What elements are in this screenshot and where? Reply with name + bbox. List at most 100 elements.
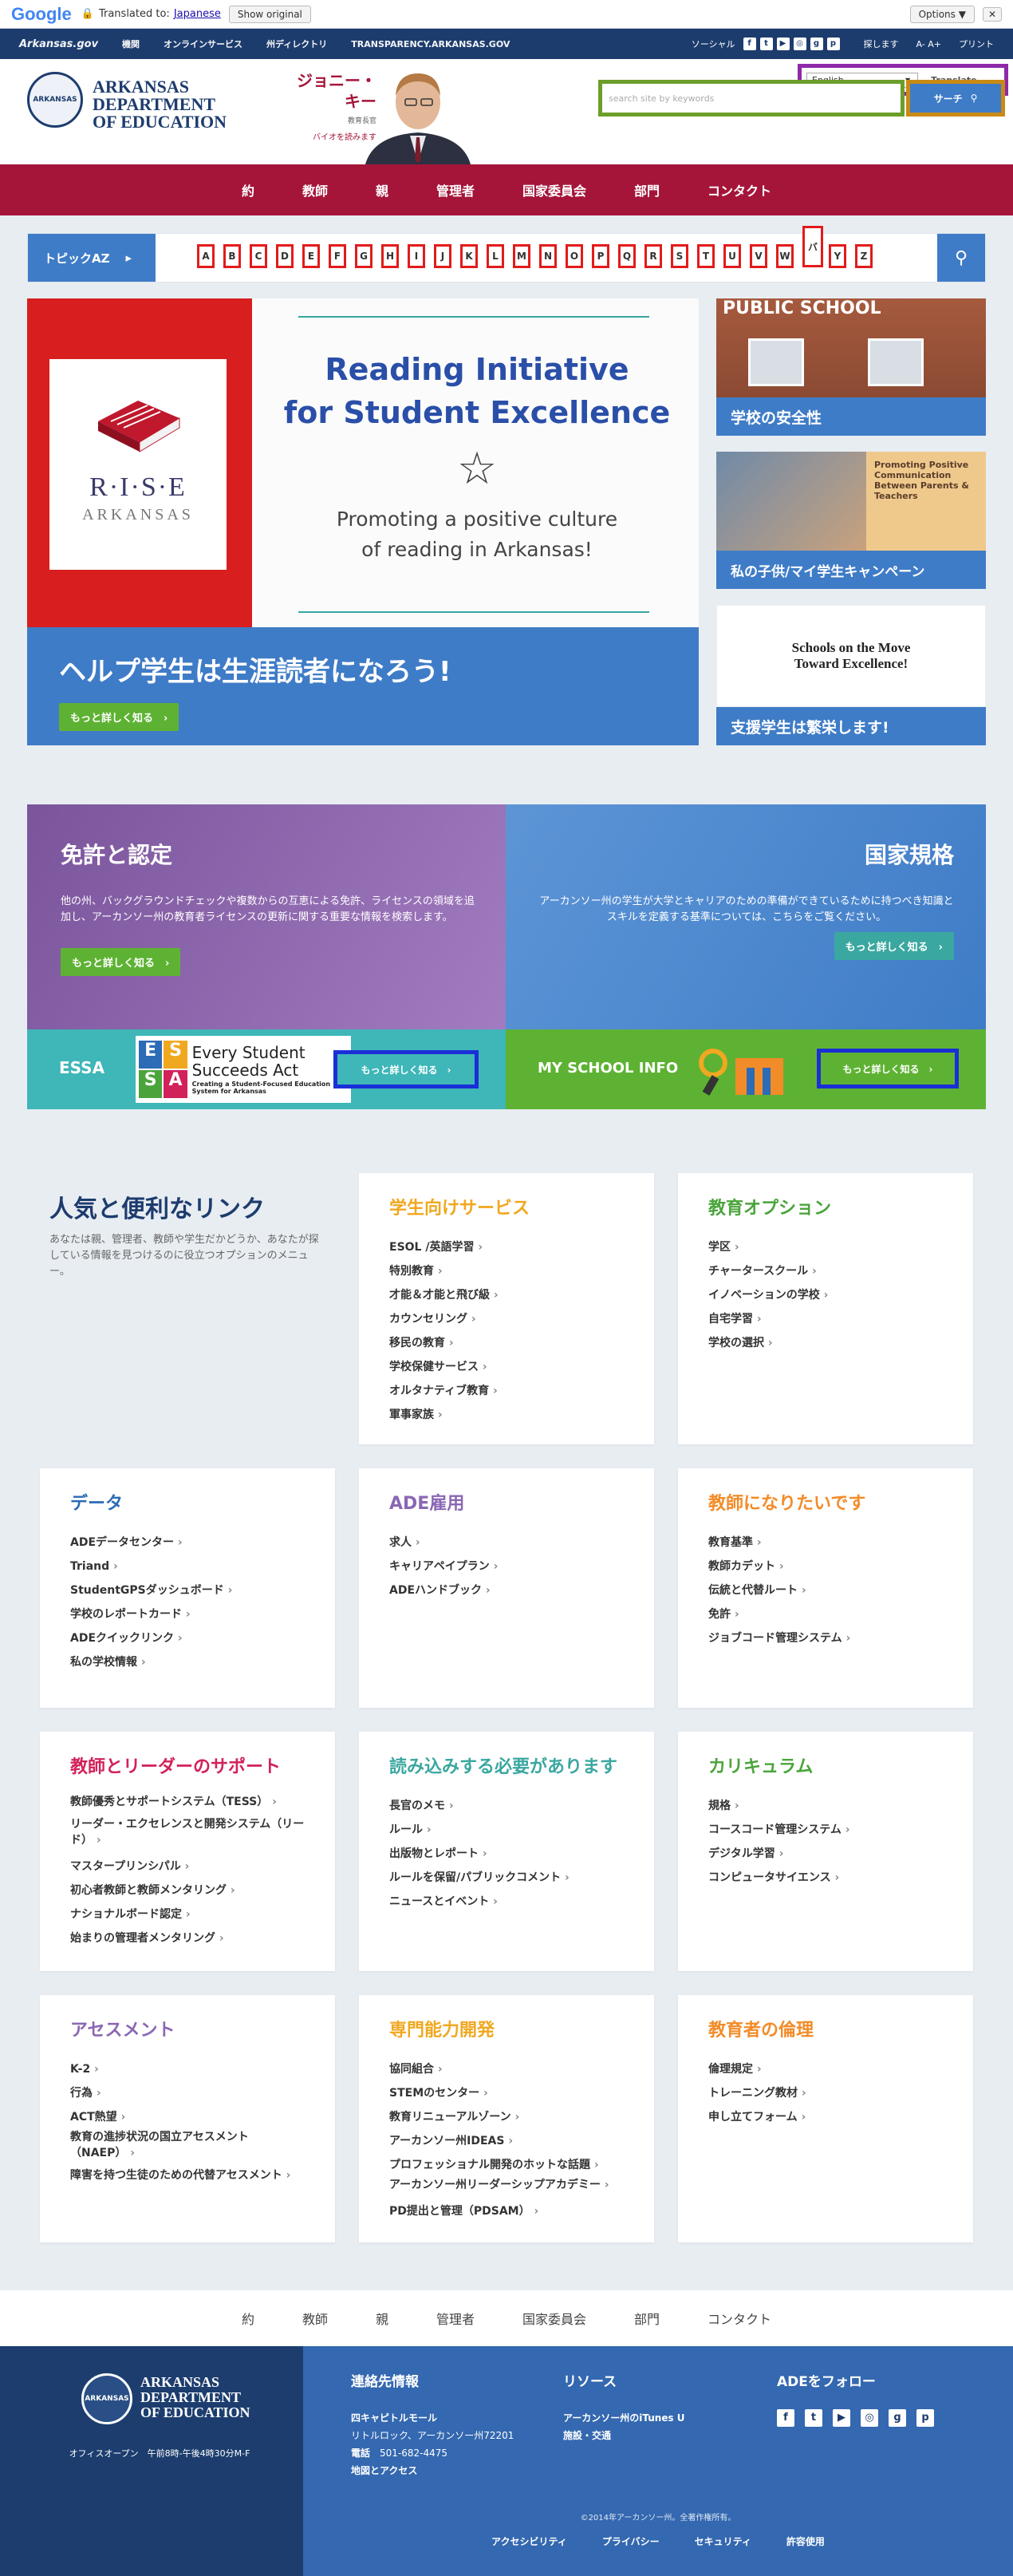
facebook-icon[interactable]: f xyxy=(777,2409,794,2427)
my-school-info-promo[interactable]: MY SCHOOL INFO もっと詳しく知る › xyxy=(506,1029,986,1109)
googleplus-icon[interactable]: g xyxy=(889,2409,906,2427)
az-letter[interactable]: H xyxy=(381,244,399,268)
topic-az-tab[interactable]: トピックAZ ▸ xyxy=(28,234,156,282)
pinterest-icon[interactable]: p xyxy=(916,2409,934,2427)
az-letter[interactable]: M xyxy=(513,244,530,268)
phone-number[interactable]: 501-682-4475 xyxy=(380,2448,447,2459)
quicklink-item[interactable]: STEMのセンター xyxy=(389,2081,624,2105)
quicklink-item[interactable]: 自宅学習 xyxy=(708,1307,943,1331)
quicklink-item[interactable]: 教育基準 xyxy=(708,1531,943,1555)
footer-nav-item[interactable]: 管理者 xyxy=(412,2309,499,2328)
az-letter[interactable]: V xyxy=(750,244,767,268)
side-card[interactable]: PUBLIC SCHOOL 学校の安全性 xyxy=(716,298,986,436)
az-letter[interactable]: L xyxy=(487,244,504,268)
az-letter[interactable]: U xyxy=(723,244,741,268)
ade-wordmark[interactable]: ARKANSAS DEPARTMENT OF EDUCATION xyxy=(93,78,227,131)
az-letter[interactable]: T xyxy=(697,244,715,268)
quicklink-item[interactable]: 教師カデット xyxy=(708,1555,943,1578)
az-letter[interactable]: W xyxy=(776,244,794,268)
az-search-button[interactable]: ⚲ xyxy=(937,234,985,282)
az-letter[interactable]: R xyxy=(644,244,662,268)
az-letter[interactable]: K xyxy=(460,244,478,268)
quicklink-item[interactable]: ADEデータセンター xyxy=(70,1531,305,1555)
footer-nav-item[interactable]: 教師 xyxy=(278,2309,352,2328)
quicklink-item[interactable]: 才能＆才能と飛び級 xyxy=(389,1283,624,1307)
nav-item-state-board[interactable]: 国家委員会 xyxy=(499,180,610,200)
instagram-icon[interactable]: ◎ xyxy=(793,38,806,50)
resource-link[interactable]: 施設・交通 xyxy=(563,2427,755,2444)
quicklink-item[interactable]: 始まりの管理者メンタリング xyxy=(70,1926,305,1950)
quicklink-item[interactable]: 規格 xyxy=(708,1794,943,1818)
nav-item-parents[interactable]: 親 xyxy=(352,180,412,200)
side-card[interactable]: Schools on the Move Toward Excellence! 支… xyxy=(716,605,986,745)
language-link[interactable]: Japanese xyxy=(174,8,221,20)
instagram-icon[interactable]: ◎ xyxy=(861,2409,878,2427)
quicklink-item[interactable]: 学校保健サービス xyxy=(389,1355,624,1379)
quicklink-item[interactable]: デジタル学習 xyxy=(708,1842,943,1866)
arkansas-gov-link[interactable]: Arkansas.gov xyxy=(19,38,98,50)
az-letter[interactable]: Y xyxy=(829,244,846,268)
print-link[interactable]: プリント xyxy=(959,38,994,50)
quicklink-item[interactable]: アーカンソー州IDEAS xyxy=(389,2129,624,2153)
quicklink-item[interactable]: 学校の選択 xyxy=(708,1331,943,1355)
youtube-icon[interactable]: ▶ xyxy=(833,2409,850,2427)
quicklink-item[interactable]: チャータースクール xyxy=(708,1259,943,1283)
quicklink-item[interactable]: 障害を持つ生徒のための代替アセスメント xyxy=(70,2167,305,2183)
quicklink-item[interactable]: アーカンソー州リーダーシップアカデミー xyxy=(389,2177,624,2193)
state-link[interactable]: 機関 xyxy=(122,38,140,50)
quicklink-item[interactable]: 私の学校情報 xyxy=(70,1650,305,1674)
quicklink-item[interactable]: Triand xyxy=(70,1555,305,1578)
quicklink-item[interactable]: 教師優秀とサポートシステム（TESS） xyxy=(70,1794,305,1810)
quicklink-item[interactable]: 軍事家族 xyxy=(389,1403,624,1427)
twitter-icon[interactable]: t xyxy=(805,2409,822,2427)
az-letter[interactable]: N xyxy=(539,244,557,268)
state-link[interactable]: オンラインサービス xyxy=(164,38,242,50)
learn-more-button[interactable]: もっと詳しく知る › xyxy=(61,948,181,976)
quicklink-item[interactable]: PD提出と管理（PDSAM） xyxy=(389,2199,624,2223)
ade-seal-logo[interactable]: ARKANSAS xyxy=(81,2373,132,2424)
state-link[interactable]: 州ディレクトリ xyxy=(266,38,327,50)
quicklink-item[interactable]: 求人 xyxy=(389,1531,624,1555)
az-letter[interactable]: S xyxy=(671,244,688,268)
az-letter[interactable]: D xyxy=(276,244,294,268)
standards-promo[interactable]: 国家規格 アーカンソー州の学生が大学とキャリアのための準備ができているために持つ… xyxy=(506,804,986,1029)
state-link[interactable]: TRANSPARENCY.ARKANSAS.GOV xyxy=(351,39,510,49)
legal-link[interactable]: プライバシー xyxy=(602,2535,660,2548)
hero-feature[interactable]: R·I·S·E ARKANSAS Reading Initiative for … xyxy=(27,298,699,745)
quicklink-item[interactable]: ルール xyxy=(389,1818,624,1842)
nav-item-about[interactable]: 約 xyxy=(218,180,278,200)
az-letter[interactable]: Q xyxy=(618,244,636,268)
quicklink-item[interactable]: 協同組合 xyxy=(389,2057,624,2081)
footer-nav-item[interactable]: 親 xyxy=(352,2309,412,2328)
quicklink-item[interactable]: 教育リニューアルゾーン xyxy=(389,2105,624,2129)
msi-learn-more-button[interactable]: もっと詳しく知る › xyxy=(817,1049,959,1088)
googleplus-icon[interactable]: g xyxy=(810,38,823,50)
quicklink-item[interactable]: ニュースとイベント xyxy=(389,1890,624,1914)
text-size-control[interactable]: A- A+ xyxy=(916,39,942,49)
side-card[interactable]: Promoting Positive Communication Between… xyxy=(716,452,986,589)
quicklink-item[interactable]: 初心者教師と教師メンタリング xyxy=(70,1879,305,1902)
quicklink-item[interactable]: 伝統と代替ルート xyxy=(708,1578,943,1602)
quicklink-item[interactable]: リーダー・エクセレンスと開発システム（リード） xyxy=(70,1816,305,1848)
youtube-icon[interactable]: ▶ xyxy=(776,38,790,50)
az-letter[interactable]: E xyxy=(302,244,320,268)
quicklink-item[interactable]: StudentGPSダッシュボード xyxy=(70,1578,305,1602)
legal-link[interactable]: セキュリティ xyxy=(695,2535,751,2548)
quicklink-item[interactable]: ADEクイックリンク xyxy=(70,1626,305,1650)
search-button[interactable]: サーチ ⚲ xyxy=(906,80,1005,117)
twitter-icon[interactable]: t xyxy=(759,38,773,50)
map-link[interactable]: 地図とアクセス xyxy=(351,2462,550,2479)
quicklink-item[interactable]: 移民の教育 xyxy=(389,1331,624,1355)
quicklink-item[interactable]: カウンセリング xyxy=(389,1307,624,1331)
essa-promo[interactable]: ESSA E S S A Every Student Succeeds Act … xyxy=(27,1029,506,1109)
footer-nav-item[interactable]: コンタクト xyxy=(684,2309,795,2328)
resource-link[interactable]: アーカンソー州のiTunes U xyxy=(563,2409,755,2427)
az-letter[interactable]: I xyxy=(408,244,425,268)
az-letter[interactable]: P xyxy=(592,244,609,268)
nav-item-contact[interactable]: コンタクト xyxy=(684,180,795,200)
nav-item-teachers[interactable]: 教師 xyxy=(278,180,352,200)
ade-seal-logo[interactable]: ARKANSAS xyxy=(27,72,83,128)
quicklink-item[interactable]: 出版物とレポート xyxy=(389,1842,624,1866)
learn-more-button[interactable]: もっと詳しく知る › xyxy=(834,932,954,960)
az-letter[interactable]: Z xyxy=(855,244,873,268)
